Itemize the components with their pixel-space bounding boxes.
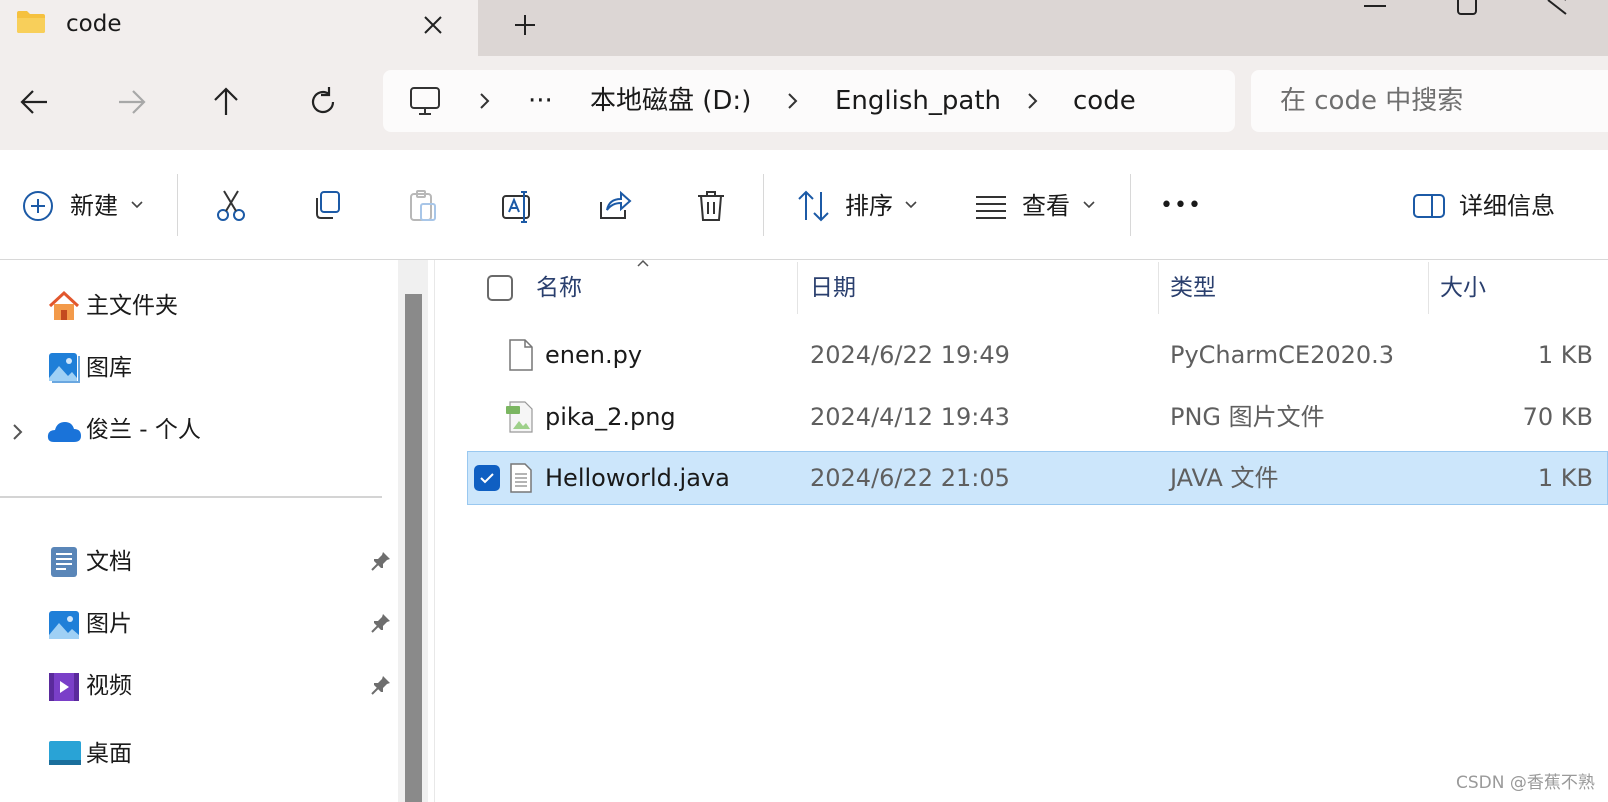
sort-button[interactable]: 排序 xyxy=(845,190,893,222)
column-header-name[interactable]: 名称 xyxy=(536,272,582,304)
pin-icon[interactable] xyxy=(370,674,392,696)
search-placeholder: 在 code 中搜索 xyxy=(1280,86,1464,116)
close-icon[interactable] xyxy=(416,8,450,42)
more-options-button[interactable]: ••• xyxy=(1160,190,1202,222)
file-size: 1 KB xyxy=(1537,341,1593,369)
divider xyxy=(1130,174,1131,236)
chevron-right-icon[interactable] xyxy=(782,89,804,113)
sidebar-item-videos[interactable]: 视频 xyxy=(86,670,132,702)
breadcrumb-item-code[interactable]: code xyxy=(1073,84,1136,118)
details-pane-icon[interactable] xyxy=(1411,188,1447,224)
up-icon[interactable] xyxy=(208,84,244,120)
column-divider[interactable] xyxy=(1158,262,1159,314)
new-button[interactable]: 新建 xyxy=(70,190,118,222)
copy-icon[interactable] xyxy=(309,188,345,224)
column-header-date[interactable]: 日期 xyxy=(810,272,856,304)
sidebar-item-gallery[interactable]: 图库 xyxy=(86,352,132,384)
navigation-pane xyxy=(0,260,398,802)
file-name[interactable]: pika_2.png xyxy=(545,401,676,433)
watermark: CSDN @香蕉不熟 xyxy=(1456,773,1595,793)
file-name[interactable]: Helloworld.java xyxy=(545,462,730,494)
sidebar-item-pictures[interactable]: 图片 xyxy=(86,608,132,640)
view-icon[interactable] xyxy=(973,188,1009,224)
pane-divider xyxy=(434,260,435,802)
sort-ascending-icon xyxy=(636,258,650,268)
delete-icon[interactable] xyxy=(693,188,729,224)
documents-icon xyxy=(50,546,78,578)
column-divider[interactable] xyxy=(797,262,798,314)
breadcrumb-item-drive[interactable]: 本地磁盘 (D:) xyxy=(590,84,751,118)
chevron-down-icon[interactable] xyxy=(130,200,144,210)
sidebar-scrollbar-thumb[interactable] xyxy=(405,294,422,802)
sidebar-item-onedrive[interactable]: 俊兰 - 个人 xyxy=(86,414,201,446)
text-file-icon xyxy=(509,463,533,493)
folder-icon xyxy=(16,10,46,34)
sidebar-divider xyxy=(0,496,382,498)
file-icon xyxy=(508,339,534,371)
file-date: 2024/6/22 21:05 xyxy=(810,464,1010,492)
row-checkbox-checked[interactable] xyxy=(474,465,500,491)
forward-icon[interactable] xyxy=(113,84,149,120)
breadcrumb-item-english-path[interactable]: English_path xyxy=(835,84,1001,118)
pin-icon[interactable] xyxy=(370,550,392,572)
minimize-icon[interactable] xyxy=(1358,0,1392,14)
file-size: 70 KB xyxy=(1522,403,1593,431)
maximize-icon[interactable] xyxy=(1450,0,1484,15)
file-type: JAVA 文件 xyxy=(1170,464,1279,492)
sidebar-item-documents[interactable]: 文档 xyxy=(86,546,132,578)
column-header-type[interactable]: 类型 xyxy=(1170,272,1216,304)
pin-icon[interactable] xyxy=(370,612,392,634)
window-close-icon[interactable] xyxy=(1540,0,1574,15)
new-icon[interactable] xyxy=(20,188,56,224)
png-file-icon xyxy=(505,401,535,433)
gallery-icon xyxy=(48,352,80,384)
select-all-checkbox[interactable] xyxy=(487,275,513,301)
chevron-right-icon[interactable] xyxy=(8,420,28,444)
share-icon[interactable] xyxy=(597,188,633,224)
paste-icon[interactable] xyxy=(405,188,441,224)
chevron-down-icon[interactable] xyxy=(1082,200,1096,210)
chevron-down-icon[interactable] xyxy=(904,200,918,210)
details-button[interactable]: 详细信息 xyxy=(1459,190,1555,222)
file-size: 1 KB xyxy=(1537,464,1593,492)
home-icon xyxy=(48,290,80,322)
divider xyxy=(763,174,764,236)
rename-icon[interactable] xyxy=(500,188,536,224)
sidebar-item-home[interactable]: 主文件夹 xyxy=(86,290,178,322)
refresh-icon[interactable] xyxy=(305,84,341,120)
file-date: 2024/4/12 19:43 xyxy=(810,403,1010,431)
tab-title: code xyxy=(66,11,122,37)
desktop-icon xyxy=(48,740,82,766)
videos-icon xyxy=(48,672,80,702)
divider xyxy=(177,174,178,236)
cut-icon[interactable] xyxy=(213,188,249,224)
pictures-icon xyxy=(48,610,80,640)
file-name[interactable]: enen.py xyxy=(545,339,642,371)
plus-icon[interactable] xyxy=(508,8,542,42)
file-date: 2024/6/22 19:49 xyxy=(810,341,1010,369)
breadcrumb-overflow[interactable]: ··· xyxy=(528,84,553,118)
column-divider[interactable] xyxy=(1428,262,1429,314)
chevron-right-icon[interactable] xyxy=(1022,89,1044,113)
chevron-right-icon[interactable] xyxy=(474,89,496,113)
column-header-size[interactable]: 大小 xyxy=(1440,272,1486,304)
back-icon[interactable] xyxy=(17,84,53,120)
view-button[interactable]: 查看 xyxy=(1022,190,1070,222)
file-type: PyCharmCE2020.3 xyxy=(1170,341,1395,369)
file-type: PNG 图片文件 xyxy=(1170,403,1325,431)
sort-icon[interactable] xyxy=(796,188,832,224)
this-pc-icon[interactable] xyxy=(408,84,442,118)
sidebar-item-desktop[interactable]: 桌面 xyxy=(86,738,132,770)
onedrive-icon xyxy=(46,418,82,446)
